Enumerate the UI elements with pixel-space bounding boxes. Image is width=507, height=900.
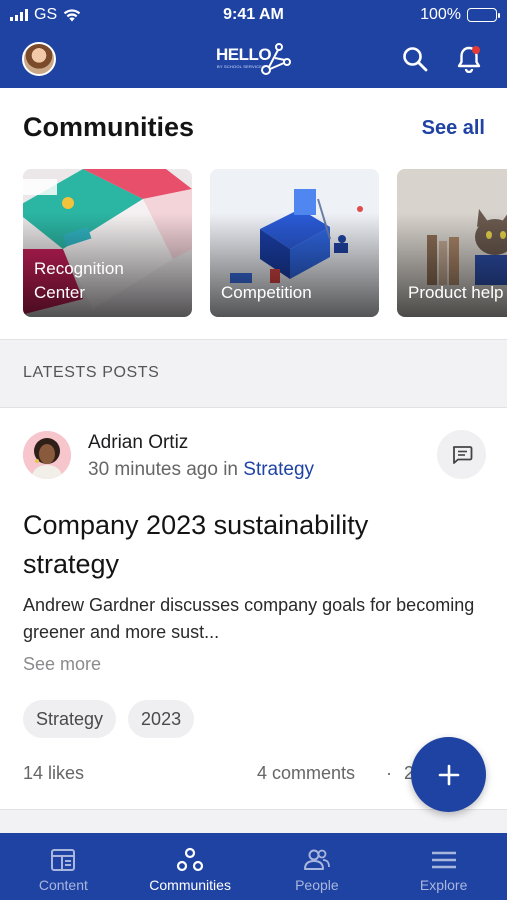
menu-icon [431, 851, 456, 869]
community-card-label: Product help [408, 283, 504, 302]
notification-badge [472, 46, 480, 54]
stats-separator: · [386, 763, 392, 783]
feed-divider [0, 809, 507, 833]
comments-count[interactable]: 4 comments [257, 763, 355, 784]
community-card-competition[interactable]: Competition [210, 169, 379, 317]
post-meta: 30 minutes ago in Strategy [88, 459, 314, 481]
tab-communities[interactable]: Communities [127, 833, 254, 900]
community-card-label: Competition [221, 283, 312, 302]
comment-icon [452, 445, 472, 464]
post-excerpt: Andrew Gardner discusses company goals f… [23, 595, 475, 642]
author-photo [23, 431, 71, 479]
see-more-link[interactable]: See more [23, 654, 101, 675]
community-card-recognition[interactable]: Recognition Center [23, 169, 192, 317]
tab-content[interactable]: Content [0, 833, 127, 900]
app-logo: HELLO BY SCHOOL SERVICES [213, 40, 295, 78]
battery-icon [467, 8, 500, 22]
likes-count[interactable]: 14 likes [23, 763, 84, 784]
comment-button[interactable] [437, 430, 486, 479]
communities-carousel[interactable]: Recognition Center Competition Product h… [23, 169, 507, 317]
post-title[interactable]: Company 2023 sustainability strategy [23, 506, 463, 584]
network-logo-icon [261, 43, 291, 75]
author-avatar[interactable] [23, 431, 71, 479]
tab-explore[interactable]: Explore [380, 833, 507, 900]
post-community-link[interactable]: Strategy [243, 459, 314, 480]
post-time: 30 minutes ago in [88, 459, 244, 480]
author-name[interactable]: Adrian Ortiz [88, 432, 188, 454]
community-card-product-help[interactable]: Product help [397, 169, 507, 317]
app-header: HELLO BY SCHOOL SERVICES [0, 30, 507, 88]
tab-label: People [295, 877, 339, 893]
latest-posts-header: LATESTS POSTS [0, 339, 507, 408]
tab-label: Explore [419, 877, 468, 893]
content-icon [51, 849, 76, 871]
communities-header: Communities See all [23, 112, 485, 148]
tag-chip[interactable]: 2023 [128, 700, 195, 738]
people-icon [303, 849, 330, 870]
logo-tagline: BY SCHOOL SERVICES [217, 64, 265, 69]
tab-people[interactable]: People [254, 833, 381, 900]
bottom-tab-bar: Content Communities People Explore [0, 833, 507, 900]
search-icon [403, 47, 428, 72]
status-bar: GS 9:41 AM 100% [0, 0, 507, 30]
see-all-link[interactable]: See all [422, 117, 485, 140]
battery-percent: 100% [420, 6, 461, 23]
create-post-button[interactable] [411, 737, 486, 812]
community-card-label: Recognition Center [34, 259, 124, 302]
profile-avatar[interactable] [22, 42, 56, 76]
tab-label: Content [38, 877, 88, 893]
plus-icon [438, 764, 459, 785]
top-app-bar: GS 9:41 AM 100% HELLO BY SCHOOL SERVICES [0, 0, 507, 88]
notifications-button[interactable] [454, 44, 484, 74]
tag-chip[interactable]: Strategy [23, 700, 117, 738]
post-tags: Strategy 2023 [23, 700, 195, 738]
communities-icon [177, 847, 204, 872]
search-button[interactable] [400, 44, 430, 74]
communities-title: Communities [23, 112, 195, 142]
tab-label: Communities [149, 877, 231, 893]
latest-posts-title: LATESTS POSTS [23, 364, 160, 381]
